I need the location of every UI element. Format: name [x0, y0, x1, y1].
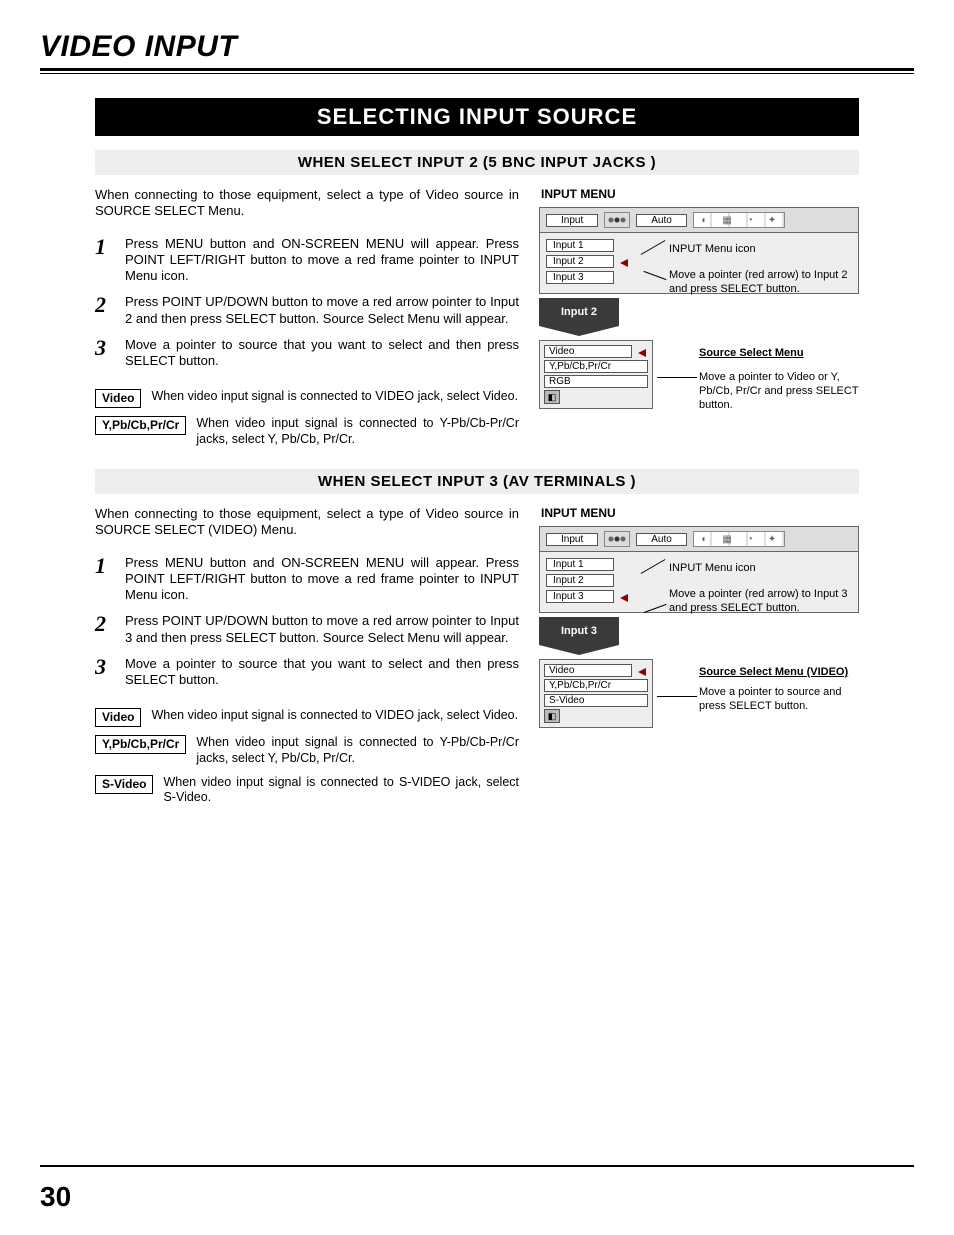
step-text: Press POINT UP/DOWN button to move a red… [125, 613, 519, 646]
annot-input-icon: INPUT Menu icon [669, 243, 756, 257]
option-text: When video input signal is connected to … [196, 735, 519, 766]
step-text: Move a pointer to source that you want t… [125, 656, 519, 689]
menu-item-input1: Input 1 [546, 558, 614, 571]
red-arrow-icon [620, 259, 628, 267]
nav-icon [604, 212, 630, 228]
annot-input-icon: INPUT Menu icon [669, 562, 756, 576]
option-box-svideo: S-Video [95, 775, 153, 794]
intro-text-2: When connecting to those equipment, sele… [95, 506, 519, 539]
panel-title-2: INPUT MENU [541, 506, 859, 520]
step-number: 2 [95, 294, 113, 327]
src-item-rgb: RGB [544, 375, 648, 388]
input-menu-screenshot-2: Input Auto ◐▦◔✦ Input 1 Input 2 Input 3 … [539, 526, 859, 776]
src-item-ypbcb: Y,Pb/Cb,Pr/Cr [544, 679, 648, 692]
menu-tab-auto: Auto [636, 214, 687, 227]
step-number: 1 [95, 555, 113, 604]
rule-thick [40, 68, 914, 71]
option-box-ypbcb: Y,Pb/Cb,Pr/Cr [95, 416, 186, 435]
option-text: When video input signal is connected to … [196, 416, 519, 447]
close-icon: ◧ [544, 709, 560, 723]
src-item-video: Video [544, 664, 632, 677]
arrow-label: Input 3 [561, 625, 597, 637]
option-box-ypbcb: Y,Pb/Cb,Pr/Cr [95, 735, 186, 754]
menu-item-input1: Input 1 [546, 239, 614, 252]
source-select-menu: Video Y,Pb/Cb,Pr/Cr S-Video ◧ [539, 659, 653, 728]
option-text: When video input signal is connected to … [151, 389, 519, 405]
option-box-video: Video [95, 389, 141, 408]
menu-tab-auto: Auto [636, 533, 687, 546]
section-header: SELECTING INPUT SOURCE [95, 98, 859, 136]
transition-arrow: Input 3 [539, 617, 619, 645]
panel-title-1: INPUT MENU [541, 187, 859, 201]
red-arrow-icon [620, 594, 628, 602]
red-arrow-icon [638, 349, 646, 357]
annot-move-pointer: Move a pointer (red arrow) to Input 2 an… [669, 269, 854, 297]
source-select-menu: Video Y,Pb/Cb,Pr/Cr RGB ◧ [539, 340, 653, 409]
option-text: When video input signal is connected to … [163, 775, 519, 806]
menu-tab-input: Input [546, 214, 598, 227]
top-icon-strip: ◐▦◔✦ [693, 531, 785, 547]
src-item-video: Video [544, 345, 632, 358]
source-menu-title: Source Select Menu (VIDEO) [699, 666, 848, 678]
intro-text-1: When connecting to those equipment, sele… [95, 187, 519, 220]
transition-arrow: Input 2 [539, 298, 619, 326]
step-text: Press POINT UP/DOWN button to move a red… [125, 294, 519, 327]
step-number: 1 [95, 236, 113, 285]
src-item-svideo: S-Video [544, 694, 648, 707]
menu-item-input3: Input 3 [546, 590, 614, 603]
annot-src-select: Move a pointer to Video or Y, Pb/Cb, Pr/… [699, 371, 859, 412]
menu-item-input3: Input 3 [546, 271, 614, 284]
source-menu-title: Source Select Menu [699, 347, 804, 359]
input-menu-screenshot-1: Input Auto ◐▦◔✦ Input 1 Input 2 Input 3 … [539, 207, 859, 457]
option-box-video: Video [95, 708, 141, 727]
arrow-label: Input 2 [561, 306, 597, 318]
red-arrow-icon [638, 668, 646, 676]
footer-rule [40, 1165, 914, 1167]
step-text: Move a pointer to source that you want t… [125, 337, 519, 370]
option-text: When video input signal is connected to … [151, 708, 519, 724]
annot-move-pointer: Move a pointer (red arrow) to Input 3 an… [669, 588, 854, 616]
rule-thin [40, 73, 914, 74]
step-number: 2 [95, 613, 113, 646]
annot-src-select: Move a pointer to source and press SELEC… [699, 686, 859, 714]
close-icon: ◧ [544, 390, 560, 404]
top-icon-strip: ◐▦◔✦ [693, 212, 785, 228]
subheader-input2: WHEN SELECT INPUT 2 (5 BNC INPUT JACKS ) [95, 150, 859, 175]
step-number: 3 [95, 337, 113, 370]
chapter-title: VIDEO INPUT [40, 30, 914, 64]
menu-item-input2: Input 2 [546, 574, 614, 587]
menu-tab-input: Input [546, 533, 598, 546]
subheader-input3: WHEN SELECT INPUT 3 (AV TERMINALS ) [95, 469, 859, 494]
src-item-ypbcb: Y,Pb/Cb,Pr/Cr [544, 360, 648, 373]
menu-item-input2: Input 2 [546, 255, 614, 268]
step-text: Press MENU button and ON-SCREEN MENU wil… [125, 236, 519, 285]
nav-icon [604, 531, 630, 547]
step-text: Press MENU button and ON-SCREEN MENU wil… [125, 555, 519, 604]
step-number: 3 [95, 656, 113, 689]
page-number: 30 [40, 1181, 71, 1213]
